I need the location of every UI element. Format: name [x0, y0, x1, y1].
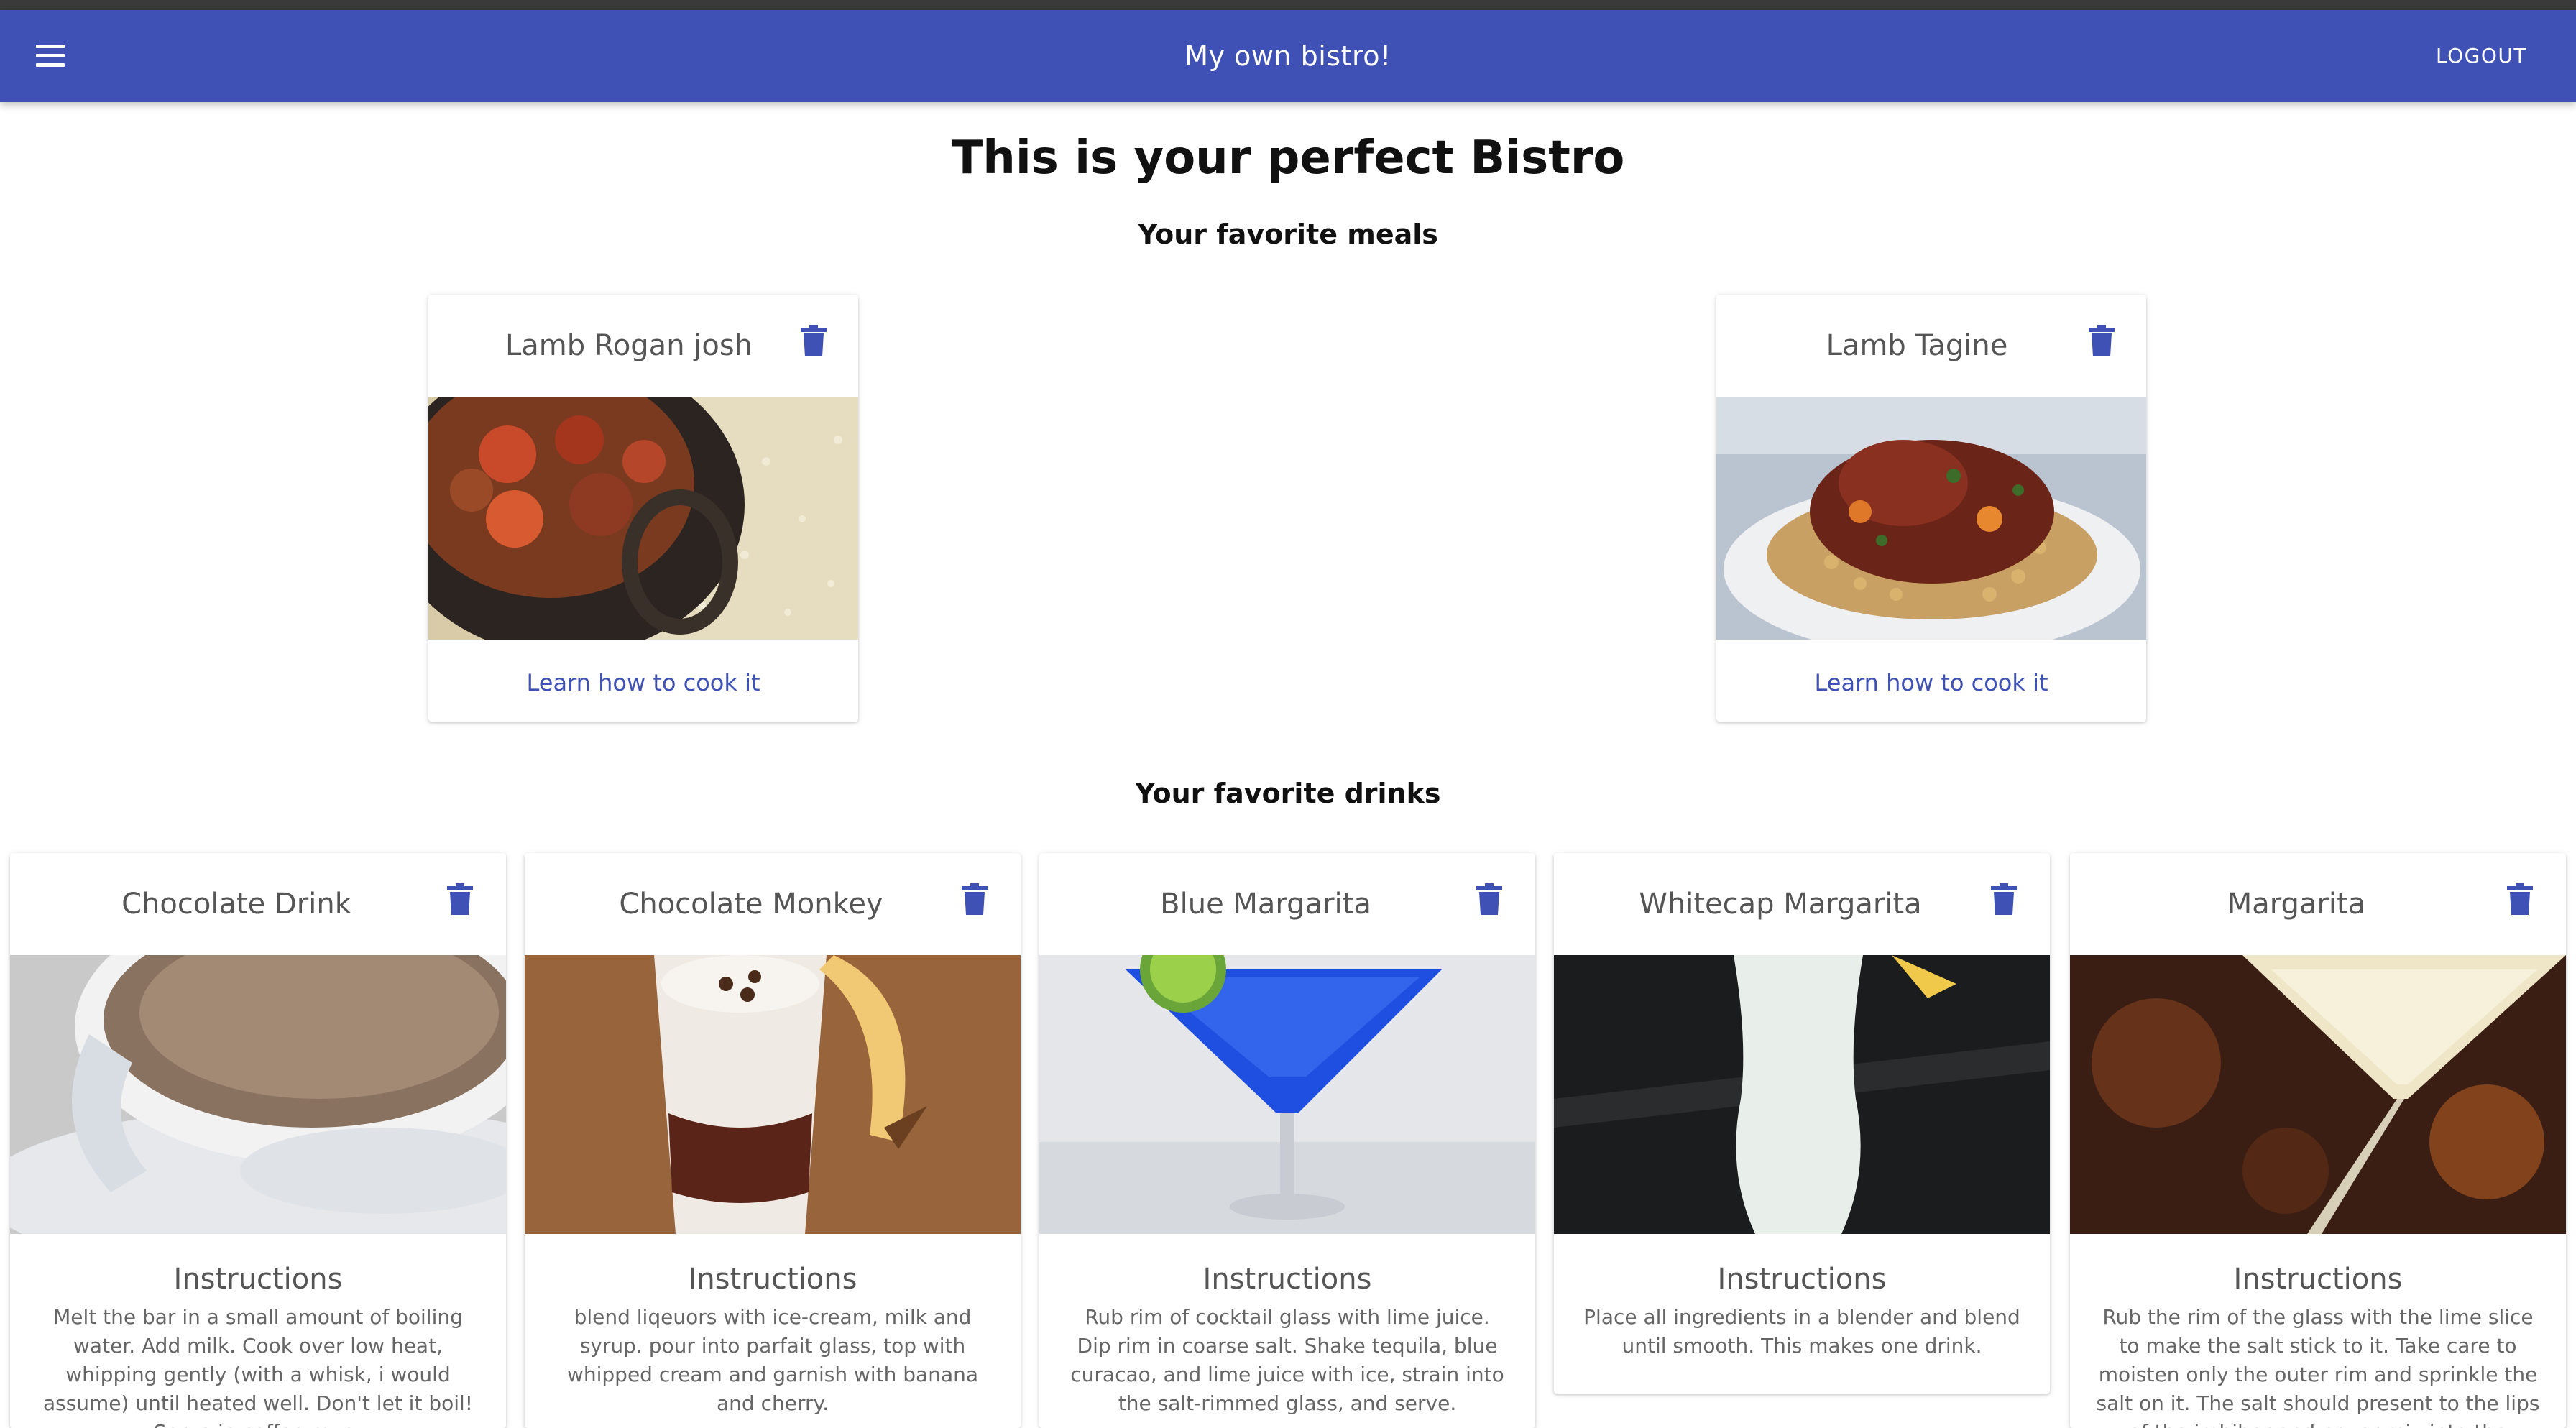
drink-title: Chocolate Drink [121, 888, 351, 921]
meal-image [1716, 397, 2146, 640]
drink-card: Blue Margarita Instructions Rub rim of c… [1039, 853, 1535, 1428]
drinks-section-heading: Your favorite drinks [1135, 778, 1441, 809]
app-title: My own bistro! [1184, 40, 1392, 72]
drink-card: Chocolate Drink Instructions Melt the ba… [10, 853, 506, 1428]
instructions-text: Melt the bar in a small amount of boilin… [42, 1305, 474, 1428]
instructions-text: Rub the rim of the glass with the lime s… [2096, 1305, 2540, 1428]
drink-title: Blue Margarita [1160, 888, 1371, 921]
meal-image [428, 397, 858, 640]
drink-title: Whitecap Margarita [1639, 888, 1922, 921]
drink-image [1039, 955, 1535, 1234]
drink-title: Chocolate Monkey [619, 888, 883, 921]
app-bar: My own bistro! LOGOUT [0, 10, 2576, 102]
page-title: This is your perfect Bistro [951, 132, 1625, 185]
meal-title: Lamb Tagine [1826, 329, 2008, 362]
delete-trash-icon[interactable] [799, 325, 828, 358]
learn-cook-link[interactable]: Learn how to cook it [1716, 661, 2146, 704]
learn-cook-link[interactable]: Learn how to cook it [428, 661, 858, 704]
drink-card: Margarita Instructions Rub the rim of th… [2070, 853, 2566, 1428]
instructions-heading: Instructions [173, 1263, 343, 1296]
instructions-heading: Instructions [1717, 1263, 1887, 1296]
drink-card: Whitecap Margarita Instructions Place al… [1554, 853, 2050, 1394]
drink-title: Margarita [2227, 888, 2366, 921]
delete-trash-icon[interactable] [2506, 883, 2534, 916]
browser-top-strip [0, 0, 2576, 10]
delete-trash-icon[interactable] [1990, 883, 2018, 916]
instructions-text: blend liqeuors with ice-cream, milk and … [566, 1305, 979, 1415]
drink-image [10, 955, 506, 1234]
meals-section-heading: Your favorite meals [1138, 218, 1438, 250]
delete-trash-icon[interactable] [446, 883, 474, 916]
delete-trash-icon[interactable] [960, 883, 989, 916]
instructions-heading: Instructions [2233, 1263, 2403, 1296]
instructions-text: Place all ingredients in a blender and b… [1583, 1305, 2020, 1358]
instructions-heading: Instructions [688, 1263, 857, 1296]
drink-image [525, 955, 1021, 1234]
meal-card: Lamb Tagine Learn how to cook it [1716, 295, 2146, 722]
drink-card: Chocolate Monkey Instructions blend liqe… [525, 853, 1021, 1428]
drink-image [2070, 955, 2566, 1234]
instructions-heading: Instructions [1202, 1263, 1372, 1296]
delete-trash-icon[interactable] [2087, 325, 2116, 358]
instructions-text: Rub rim of cocktail glass with lime juic… [1070, 1305, 1504, 1415]
logout-button[interactable]: LOGOUT [2430, 39, 2533, 73]
drink-image [1554, 955, 2050, 1234]
meal-title: Lamb Rogan josh [505, 329, 753, 362]
meal-card: Lamb Rogan josh Learn how to cook it [428, 295, 858, 722]
delete-trash-icon[interactable] [1475, 883, 1504, 916]
